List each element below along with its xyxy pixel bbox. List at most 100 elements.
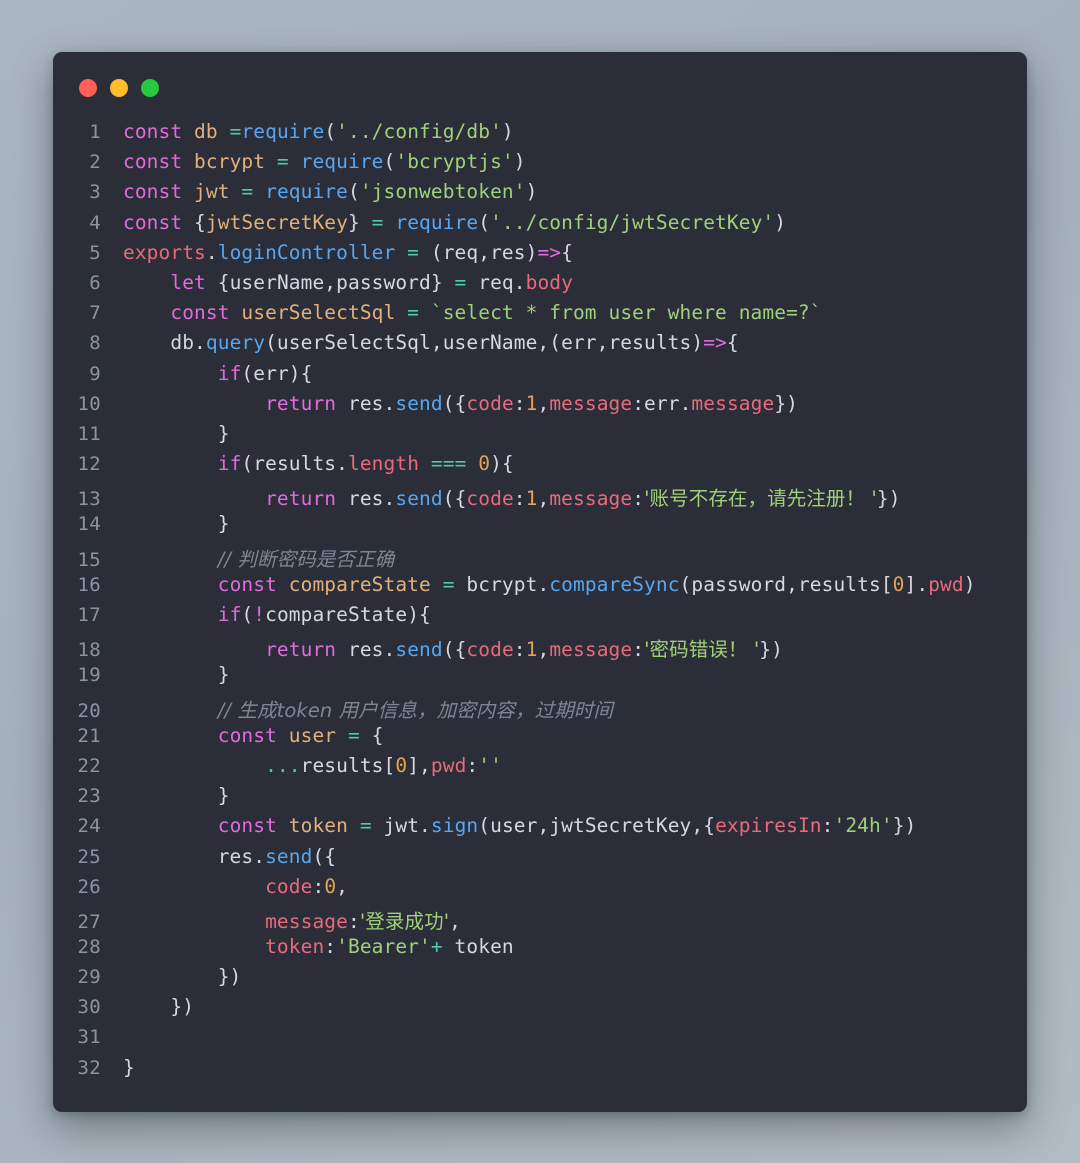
line-content[interactable]: } — [123, 512, 230, 535]
token-plain: . — [383, 638, 396, 662]
token-op: = — [347, 814, 384, 838]
token-plain: : — [466, 753, 479, 777]
token-var: userSelectSql — [241, 301, 396, 325]
token-plain: } — [123, 1055, 135, 1079]
code-line: 18 return res.send({code:1,message:'密码错误… — [53, 633, 1027, 663]
line-number: 31 — [77, 1025, 101, 1048]
token-num: 0 — [478, 452, 491, 476]
line-content[interactable]: const user = { — [123, 724, 384, 747]
line-content[interactable]: return res.send({code:1,message:'密码错误！ '… — [123, 633, 783, 662]
line-content[interactable]: db.query(userSelectSql,userName,(err,res… — [123, 331, 739, 354]
token-plain: token — [442, 935, 514, 959]
window-controls — [79, 79, 159, 97]
code-line: 6 let {userName,password} = req.body — [53, 271, 1027, 301]
token-num: 1 — [525, 638, 538, 662]
line-content[interactable]: res.send({ — [123, 845, 336, 868]
code-line: 30 }) — [53, 995, 1027, 1025]
line-content[interactable]: code:0, — [123, 875, 348, 898]
token-prop: body — [525, 270, 573, 294]
code-line: 31 — [53, 1026, 1027, 1056]
token-prop: token — [265, 935, 325, 959]
code-line: 20 // 生成token 用户信息，加密内容，过期时间 — [53, 694, 1027, 724]
line-content[interactable]: let {userName,password} = req.body — [123, 271, 573, 294]
token-plain: bcrypt — [466, 572, 538, 596]
token-kw: const — [170, 301, 230, 325]
line-content[interactable]: message:'登录成功', — [123, 905, 461, 934]
token-plain: . — [383, 391, 396, 415]
token-plain: . — [537, 572, 550, 596]
token-plain: ({ — [442, 487, 467, 511]
code-line: 3 const jwt = require('jsonwebtoken') — [53, 180, 1027, 210]
line-content[interactable]: const compareState = bcrypt.compareSync(… — [123, 573, 976, 596]
code-line: 10 return res.send({code:1,message:err.m… — [53, 392, 1027, 422]
line-content[interactable]: } — [123, 784, 230, 807]
token-fn: require — [395, 210, 479, 234]
line-content[interactable]: const userSelectSql = `select * from use… — [123, 301, 822, 324]
token-str: '24h' — [833, 814, 893, 838]
line-content[interactable]: }) — [123, 995, 194, 1018]
token-str: '密码错误！ ' — [644, 638, 760, 662]
token-prop: message — [265, 909, 348, 933]
token-plain: { — [561, 240, 573, 264]
code-line: 11 } — [53, 422, 1027, 452]
line-content[interactable]: return res.send({code:1,message:err.mess… — [123, 392, 798, 415]
line-content[interactable]: ...results[0],pwd:'' — [123, 754, 502, 777]
code-editor[interactable]: 1 const db =require('../config/db') 2 const… — [53, 120, 1027, 1086]
line-content[interactable]: } — [123, 1056, 135, 1079]
token-var: db — [194, 120, 218, 143]
line-content[interactable]: const bcrypt = require('bcryptjs') — [123, 150, 526, 173]
token-kw: ! — [253, 603, 266, 626]
line-content[interactable]: const db =require('../config/db') — [123, 120, 514, 143]
token-plain: ) — [963, 572, 976, 596]
token-num: 0 — [324, 874, 337, 898]
line-content[interactable]: if(results.length === 0){ — [123, 452, 514, 475]
token-kw: const — [217, 723, 277, 747]
token-var: compareState — [288, 572, 431, 596]
token-str: '' — [478, 753, 502, 777]
maximize-window-button[interactable] — [141, 79, 159, 97]
token-plain: db — [123, 331, 195, 355]
line-content[interactable]: } — [123, 663, 230, 686]
line-number: 27 — [77, 910, 101, 933]
token-fn: send — [395, 391, 443, 415]
token-str: '../config/jwtSecretKey' — [490, 210, 775, 234]
token-str: 'bcryptjs' — [395, 150, 514, 174]
line-number: 4 — [89, 211, 101, 234]
line-content[interactable]: token:'Bearer'+ token — [123, 935, 514, 958]
token-plain: }) — [892, 814, 917, 838]
minimize-window-button[interactable] — [110, 79, 128, 97]
token-plain: ( — [383, 150, 396, 174]
token-plain: res — [123, 844, 254, 868]
line-content[interactable]: // 判断密码是否正确 — [123, 543, 394, 572]
line-content[interactable]: exports.loginController = (req,res)=>{ — [123, 241, 573, 264]
line-content[interactable]: // 生成token 用户信息，加密内容，过期时间 — [123, 694, 613, 723]
token-kw: return — [265, 487, 337, 511]
token-plain: ({ — [442, 391, 467, 415]
line-number: 13 — [77, 488, 101, 511]
token-prop: code — [466, 638, 514, 662]
close-window-button[interactable] — [79, 79, 97, 97]
line-content[interactable]: const token = jwt.sign(user,jwtSecretKey… — [123, 814, 917, 838]
token-plain: : — [821, 814, 834, 838]
line-content[interactable]: if(err){ — [123, 362, 313, 385]
token-plain: (results — [241, 452, 337, 476]
token-plain: } — [123, 512, 230, 536]
line-content[interactable]: } — [123, 422, 230, 445]
line-content[interactable]: return res.send({code:1,message:'账号不存在，请… — [123, 482, 901, 511]
token-plain: : — [324, 935, 337, 959]
line-content[interactable]: const jwt = require('jsonwebtoken') — [123, 180, 537, 203]
line-content[interactable]: const {jwtSecretKey} = require('../confi… — [123, 211, 786, 234]
token-comment: // 生成token 用户信息，加密内容，过期时间 — [217, 698, 613, 722]
line-content[interactable]: if(!compareState){ — [123, 603, 431, 626]
token-prop: code — [265, 874, 313, 898]
token-kw: if — [217, 452, 242, 476]
line-content[interactable]: }) — [123, 965, 242, 988]
token-num: 1 — [525, 487, 538, 511]
